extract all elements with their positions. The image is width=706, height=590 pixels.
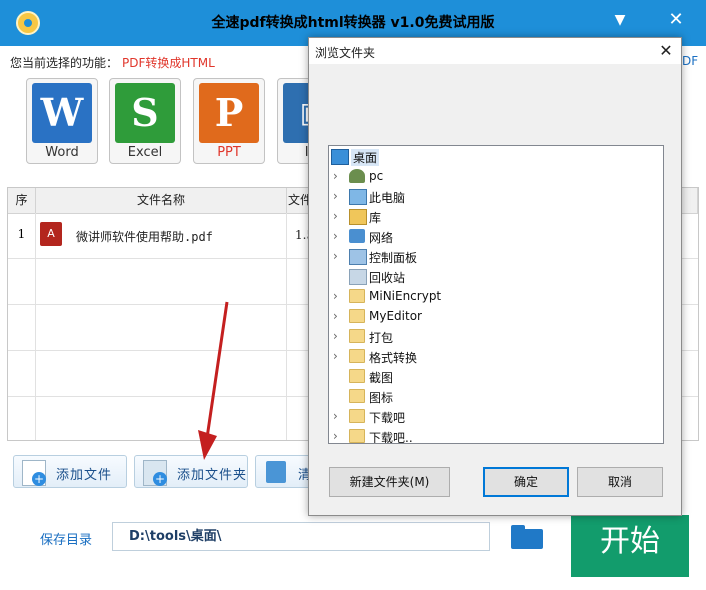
format-ppt-label: PPT [217,145,241,160]
folder-icon [349,349,365,363]
tree-node[interactable]: › 库 [329,206,659,226]
new-folder-button[interactable]: 新建文件夹(M) [329,467,450,497]
arrow-shaft [205,301,229,439]
tree-node-label: 打包 [369,331,394,345]
tree-node-label: 截图 [369,371,394,385]
folder-icon [349,369,365,383]
save-directory-label: 保存目录 [40,533,93,548]
tree-node-label: MiNiEncrypt [369,289,442,303]
save-directory-input[interactable]: D:\tools\桌面\ [112,522,490,551]
function-label: 您当前选择的功能： [10,56,119,70]
tree-node[interactable]: › 打包 [329,326,659,346]
dialog-close-icon[interactable]: ✕ [655,40,677,62]
expand-chevron-icon[interactable]: › [333,169,338,183]
expand-chevron-icon[interactable]: › [333,209,338,223]
tree-node[interactable]: › 此电脑 [329,186,659,206]
folder-icon [349,389,365,403]
column-divider [35,213,36,440]
tree-node-label: 图标 [369,391,394,405]
tree-node[interactable]: › MiNiEncrypt [329,286,659,306]
tree-node[interactable]: › MyEditor [329,306,659,326]
desktop-icon [331,149,349,165]
tree-node[interactable]: › 控制面板 [329,246,659,266]
plus-icon: + [153,472,167,486]
expand-chevron-icon[interactable]: › [333,429,338,443]
tree-node-label: MyEditor [369,309,422,323]
trash-icon [266,461,286,483]
tree-node[interactable]: 截图 [329,366,659,386]
expand-chevron-icon[interactable]: › [333,249,338,263]
expand-chevron-icon[interactable]: › [333,289,338,303]
clear-button[interactable]: 清 [255,455,315,488]
tree-node-label: 下载吧 [369,411,406,425]
red-arrow-annotation [198,301,229,460]
plus-icon: + [32,472,46,486]
folder-icon [349,309,365,323]
tree-node[interactable]: 桌面 [329,146,659,166]
start-button[interactable]: 开始 [571,515,689,577]
close-icon[interactable]: ✕ [664,8,688,32]
format-ppt-button[interactable]: P PPT [193,78,265,164]
word-glyph: W [40,90,84,135]
row-index: 1 [17,227,26,241]
row-filename: 微讲师软件使用帮助.pdf [76,230,213,244]
tree-node-label: 下载吧.. [369,431,413,444]
add-file-label: 添加文件 [56,468,113,483]
arrow-head [198,430,217,460]
tree-node[interactable]: › pc [329,166,659,186]
col-header-index[interactable]: 序 [8,188,36,214]
cancel-button[interactable]: 取消 [577,467,663,497]
folder-icon [349,429,365,443]
computer-icon [349,189,367,205]
ppt-glyph: P [214,90,244,135]
format-word-label: Word [45,145,79,160]
tree-node[interactable]: 回收站 [329,266,659,286]
format-excel-button[interactable]: S Excel [109,78,181,164]
folder-icon [349,289,365,303]
tree-node-label: 此电脑 [369,191,406,205]
user-icon [349,169,365,183]
tree-node-label: 库 [369,211,382,225]
dialog-title: 浏览文件夹 [315,46,376,60]
folder-icon [349,329,365,343]
ok-button[interactable]: 确定 [483,467,569,497]
tree-node[interactable]: › 下载吧.. [329,426,659,444]
expand-chevron-icon[interactable]: › [333,309,338,323]
format-excel-label: Excel [127,145,163,160]
tree-node[interactable]: 图标 [329,386,659,406]
column-divider [286,213,287,440]
tree-node-label: 网络 [369,231,394,245]
tree-node-label: 控制面板 [369,251,418,265]
tree-node[interactable]: › 格式转换 [329,346,659,366]
browse-folder-icon[interactable] [509,523,543,550]
tree-node-label: 桌面 [351,149,380,166]
excel-glyph: S [131,90,159,135]
tree-node[interactable]: › 下载吧 [329,406,659,426]
control-panel-icon [349,249,367,265]
tree-node[interactable]: › 网络 [329,226,659,246]
library-icon [349,209,367,225]
add-file-button[interactable]: + 添加文件 [13,455,127,488]
folder-icon [349,409,365,423]
expand-chevron-icon[interactable]: › [333,229,338,243]
function-value: PDF转换成HTML [122,56,215,70]
expand-chevron-icon[interactable]: › [333,189,338,203]
tree-node-label: pc [369,169,384,183]
folder-tree[interactable]: 桌面 › pc › 此电脑 › 库 › 网络 › 控制面板 回收站 › MiNiEncrypt › MyEdi… [328,145,664,444]
function-right-partial: DF [682,54,699,68]
format-word-button[interactable]: W Word [26,78,98,164]
expand-chevron-icon[interactable]: › [333,349,338,363]
recycle-bin-icon [349,269,367,285]
dropdown-menu-icon[interactable]: ▼ [608,10,632,30]
network-icon [349,229,365,243]
tree-node-label: 回收站 [369,271,406,285]
tree-node-label: 格式转换 [369,351,418,365]
col-header-name[interactable]: 文件名称 [36,188,287,214]
pdf-file-icon: A [40,222,62,246]
expand-chevron-icon[interactable]: › [333,409,338,423]
browse-folder-dialog: 浏览文件夹 ✕ 桌面 › pc › 此电脑 › 库 › 网络 › 控制面板 回收站 › MiNiEncry… [308,37,682,516]
expand-chevron-icon[interactable]: › [333,329,338,343]
